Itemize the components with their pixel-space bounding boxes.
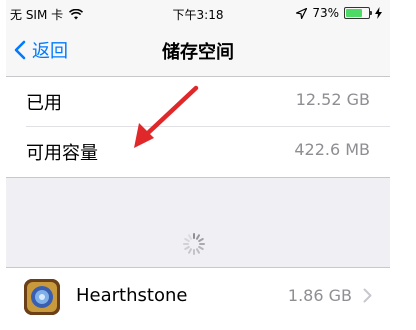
app-size: 1.86 GB [287,286,352,305]
used-row: 已用 12.52 GB [6,77,390,127]
available-row: 可用容量 422.6 MB [6,127,390,177]
status-bar: 无 SIM 卡 下午3:18 73% [6,0,390,28]
battery-nub [370,11,372,15]
navigation-bar: 返回 储存空间 [6,28,390,77]
used-value: 12.52 GB [295,90,370,109]
used-label: 已用 [26,93,62,114]
chevron-right-icon [363,288,372,303]
app-row-hearthstone[interactable]: Hearthstone 1.86 GB [6,268,390,330]
charging-icon [375,7,382,19]
storage-summary: 已用 12.52 GB 可用容量 422.6 MB [6,77,390,178]
battery-icon [344,7,372,19]
hearthstone-app-icon [24,279,60,315]
loading-spinner-icon [183,233,205,255]
app-list: Hearthstone 1.86 GB [6,267,390,330]
status-right: 73% [296,6,382,20]
hearthstone-logo-icon [24,279,60,315]
page-title: 储存空间 [162,42,234,63]
phone-screen: 无 SIM 卡 下午3:18 73% 返回 储存空间 已用 12.52 GB 可… [6,0,390,330]
available-value: 422.6 MB [294,140,370,159]
location-icon [296,7,308,19]
available-label: 可用容量 [26,143,98,164]
app-name: Hearthstone [76,285,188,306]
battery-fill [346,9,362,17]
battery-percent: 73% [312,6,339,20]
